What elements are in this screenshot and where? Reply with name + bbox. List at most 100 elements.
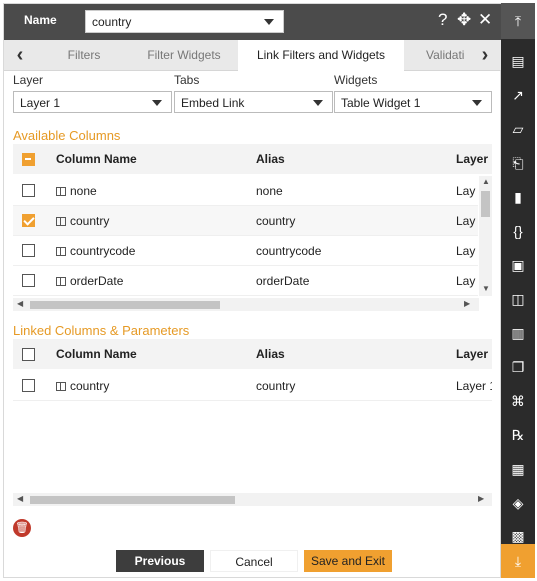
layer-cell: Layer 1 [456,379,492,393]
close-icon[interactable]: ✕ [478,10,492,30]
dialog-panel: Name country ? ✥ ✕ ‹ Filters Filter Widg… [3,3,501,578]
layer-cell: Lay [456,274,476,288]
layer-cell: Lay [456,244,476,258]
name-label: Name [24,13,57,27]
column-name-header: Column Name [56,347,137,361]
list-icon[interactable]: ▤ [501,50,535,72]
scroll-left-icon[interactable]: ◀ [17,299,23,308]
layer-header: Layer [456,347,489,361]
layer-label: Layer [13,73,44,87]
save-and-exit-button[interactable]: Save and Exit [304,550,392,572]
chevron-down-icon [472,100,482,106]
linked-columns-grid: Column Name Alias Layer country country … [13,339,492,513]
tab-filter-widgets[interactable]: Filter Widgets [129,40,239,71]
download-icon[interactable]: ⤓ [501,544,535,578]
table-row[interactable]: country country Lay [13,206,478,236]
widget-icon[interactable]: ◫ [501,288,535,310]
horizontal-scrollbar[interactable]: ◀ ▶ [13,298,479,311]
row-checkbox[interactable] [22,214,35,227]
tab-filters[interactable]: Filters [44,40,124,71]
row-checkbox[interactable] [22,274,35,287]
widgets-label: Widgets [334,73,378,87]
table-column-icon [56,187,66,196]
scroll-left-icon[interactable]: ◀ [17,494,23,503]
hierarchy-icon[interactable]: ⌘ [501,390,535,412]
table-row[interactable]: orderDate orderDate Lay [13,266,478,296]
previous-button[interactable]: Previous [116,550,204,572]
table-column-icon [56,247,66,256]
document-icon[interactable]: ▮ [501,186,535,208]
available-columns-grid: Column Name Alias Layer none none Lay co… [13,144,492,314]
horizontal-scrollbar[interactable]: ◀ ▶ [13,493,492,506]
column-name-cell: none [70,184,97,198]
alias-header: Alias [256,152,285,166]
widgets-select[interactable]: Table Widget 1 [334,91,492,113]
layer-value: Layer 1 [20,96,61,110]
chart-icon[interactable]: ↗ [501,84,535,106]
tab-prev-arrow-icon[interactable]: ‹ [9,40,31,71]
layer-header: Layer [456,152,489,166]
tabs-value: Embed Link [181,96,245,110]
select-all-checkbox[interactable] [22,348,35,361]
chevron-down-icon[interactable] [264,19,274,25]
scroll-thumb[interactable] [30,496,235,504]
widgets-value: Table Widget 1 [341,96,421,110]
help-icon[interactable]: ? [438,10,447,30]
column-name-cell: orderDate [70,274,124,288]
sheet-icon[interactable]: ▦ [501,458,535,480]
row-checkbox[interactable] [22,379,35,392]
table-row[interactable]: none none Lay [13,176,478,206]
layer-select[interactable]: Layer 1 [13,91,172,113]
collapse-up-icon[interactable]: ⤒ [501,3,535,39]
map-icon[interactable]: ▱ [501,118,535,140]
grid-header: Column Name Alias Layer [13,339,492,369]
layers-icon[interactable]: ◈ [501,492,535,514]
layer-cell: Lay [456,184,476,198]
alias-cell: countrycode [256,244,322,258]
tab-link-filters-and-widgets[interactable]: Link Filters and Widgets [238,40,404,71]
formula-icon[interactable]: ℞ [501,424,535,446]
layer-cell: Lay [456,214,476,228]
image-icon[interactable]: ▣ [501,254,535,276]
name-value: country [92,15,132,29]
tab-validation[interactable]: Validati [404,40,472,71]
scroll-right-icon[interactable]: ▶ [478,494,484,503]
scroll-up-icon[interactable]: ▲ [482,177,490,186]
table-column-icon [56,217,66,226]
braces-icon[interactable]: {} [501,220,535,242]
move-icon[interactable]: ✥ [457,10,471,30]
alias-cell: country [256,379,296,393]
alias-header: Alias [256,347,285,361]
scroll-down-icon[interactable]: ▼ [482,284,490,293]
row-checkbox[interactable] [22,184,35,197]
trash-icon[interactable]: 🗑 [13,519,31,537]
copy-icon[interactable]: ❐ [501,356,535,378]
row-checkbox[interactable] [22,244,35,257]
table-row[interactable]: country country Layer 1 [13,371,492,401]
scroll-thumb[interactable] [481,191,490,217]
column-name-header: Column Name [56,152,137,166]
available-columns-title: Available Columns [13,128,121,143]
vertical-scrollbar[interactable]: ▲ ▼ [479,176,492,296]
name-select[interactable]: country [85,10,284,33]
cancel-button[interactable]: Cancel [210,550,298,572]
right-toolbar: ⤒ ▤ ↗ ▱ ⎗ ▮ {} ▣ ◫ ▥ ❐ ⌘ ℞ ▦ ◈ ▩ ⤓ [501,3,535,578]
tabs-label: Tabs [174,73,200,87]
column-name-cell: countrycode [70,244,136,258]
alias-cell: orderDate [256,274,310,288]
tab-next-arrow-icon[interactable]: › [474,40,496,71]
tabs-select[interactable]: Embed Link [174,91,333,113]
scroll-thumb[interactable] [30,301,220,309]
chevron-down-icon [152,100,162,106]
bar-chart-icon[interactable]: ▥ [501,322,535,344]
tab-bar: ‹ Filters Filter Widgets Link Filters an… [4,40,501,71]
report-icon[interactable]: ⎗ [501,152,535,174]
table-row[interactable]: countrycode countrycode Lay [13,236,478,266]
column-name-cell: country [70,379,110,393]
alias-cell: none [256,184,283,198]
alias-cell: country [256,214,296,228]
linked-columns-title: Linked Columns & Parameters [13,323,190,338]
table-column-icon [56,382,66,391]
scroll-right-icon[interactable]: ▶ [464,299,470,308]
select-all-checkbox[interactable] [22,153,35,166]
